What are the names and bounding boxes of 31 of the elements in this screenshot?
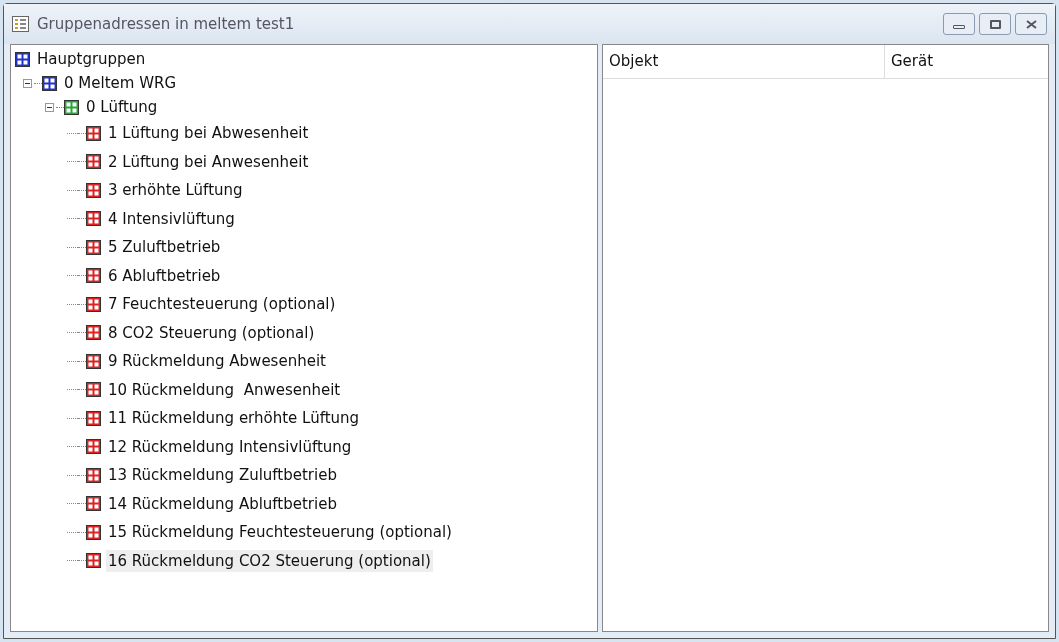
tree-item[interactable]: 8 CO2 Steuerung (optional) xyxy=(106,321,317,344)
tree-item[interactable]: 11 Rückmeldung erhöhte Lüftung xyxy=(106,407,362,430)
tree-item[interactable]: 6 Abluftbetrieb xyxy=(106,264,223,287)
window-icon xyxy=(12,16,29,32)
tree-item[interactable]: 0 Lüftung xyxy=(84,95,160,119)
tree-item[interactable]: 1 Lüftung bei Abwesenheit xyxy=(106,122,311,145)
maximize-icon xyxy=(989,19,1001,29)
tree-item[interactable]: 2 Lüftung bei Anwesenheit xyxy=(106,150,311,173)
collapse-toggle[interactable] xyxy=(45,102,54,112)
tree-item[interactable]: 5 Zuluftbetrieb xyxy=(106,236,223,259)
tree-item[interactable]: 9 Rückmeldung Abwesenheit xyxy=(106,350,328,373)
tree-item[interactable]: 3 erhöhte Lüftung xyxy=(106,179,245,202)
minimize-button[interactable] xyxy=(943,13,975,35)
tree-item[interactable]: 10 Rückmeldung Anwesenheit xyxy=(106,378,343,401)
collapse-toggle[interactable] xyxy=(23,78,32,88)
close-button[interactable] xyxy=(1015,13,1047,35)
window-title: Gruppenadressen in meltem test1 xyxy=(37,13,295,35)
tree-item[interactable]: Hauptgruppen xyxy=(35,47,148,71)
tree-item[interactable]: 4 Intensivlüftung xyxy=(106,207,237,230)
column-header[interactable]: Gerät xyxy=(885,45,1048,78)
tree-item[interactable]: 16 Rückmeldung CO2 Steuerung (optional) xyxy=(106,549,433,572)
tree-item[interactable]: 14 Rückmeldung Abluftbetrieb xyxy=(106,492,339,515)
minimize-icon xyxy=(953,25,965,29)
maximize-button[interactable] xyxy=(979,13,1011,35)
tree-item[interactable]: 15 Rückmeldung Feuchtesteuerung (optional) xyxy=(106,521,454,544)
tree-item[interactable]: 12 Rückmeldung Intensivlüftung xyxy=(106,435,354,458)
tree-item[interactable]: 0 Meltem WRG xyxy=(62,71,179,95)
tree-item[interactable]: 7 Feuchtesteuerung (optional) xyxy=(106,293,338,316)
column-header[interactable]: Objekt xyxy=(603,45,885,78)
tree-item[interactable]: 13 Rückmeldung Zuluftbetrieb xyxy=(106,464,339,487)
close-icon xyxy=(1025,19,1037,29)
